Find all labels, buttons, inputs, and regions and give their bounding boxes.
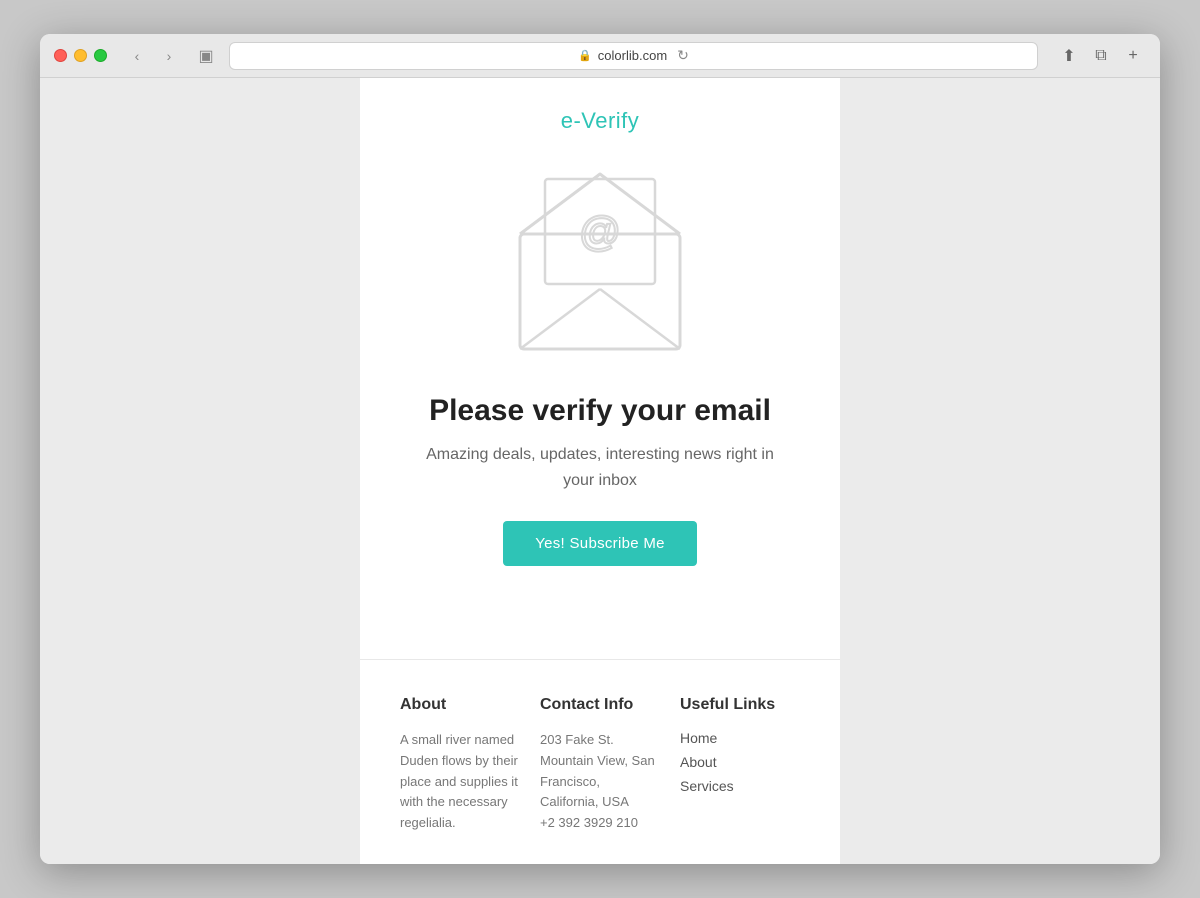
subscribe-button[interactable]: Yes! Subscribe Me [503, 521, 697, 566]
address-bar[interactable]: 🔒 colorlib.com ↻ [229, 42, 1038, 70]
browser-content: e-Verify @ [40, 78, 1160, 864]
minimize-button[interactable] [74, 49, 87, 62]
envelope-illustration: @ [490, 164, 710, 364]
back-button[interactable]: ‹ [123, 45, 151, 67]
toolbar-right: ⬆ ⧉ + [1056, 45, 1146, 67]
footer-link-home[interactable]: Home [680, 730, 800, 746]
maximize-button[interactable] [94, 49, 107, 62]
browser-window: ‹ › ▣ 🔒 colorlib.com ↻ ⬆ ⧉ + e-Verify [40, 34, 1160, 864]
browser-titlebar: ‹ › ▣ 🔒 colorlib.com ↻ ⬆ ⧉ + [40, 34, 1160, 78]
share-button[interactable]: ⬆ [1056, 45, 1082, 67]
footer-links-col: Useful Links Home About Services [680, 696, 800, 834]
refresh-button[interactable]: ↻ [677, 47, 689, 64]
footer-contact-address: 203 Fake St. Mountain View, San Francisc… [540, 730, 660, 813]
url-text: colorlib.com [598, 48, 667, 63]
main-subtext: Amazing deals, updates, interesting news… [426, 442, 774, 493]
footer-about-text: A small river named Duden flows by their… [400, 730, 520, 834]
new-tab-button[interactable]: ⧉ [1088, 45, 1114, 67]
footer-link-about[interactable]: About [680, 754, 800, 770]
footer-contact-title: Contact Info [540, 696, 660, 714]
add-button[interactable]: + [1120, 45, 1146, 67]
forward-button[interactable]: › [155, 45, 183, 67]
main-heading: Please verify your email [429, 394, 771, 428]
footer-link-services[interactable]: Services [680, 778, 800, 794]
footer-about-title: About [400, 696, 520, 714]
svg-text:@: @ [579, 208, 622, 255]
close-button[interactable] [54, 49, 67, 62]
reader-button[interactable]: ▣ [193, 45, 219, 67]
footer-contact-phone: +2 392 3929 210 [540, 813, 660, 834]
footer-about-col: About A small river named Duden flows by… [400, 696, 520, 834]
footer-contact-col: Contact Info 203 Fake St. Mountain View,… [540, 696, 660, 834]
logo: e-Verify [561, 108, 640, 134]
footer-links-title: Useful Links [680, 696, 800, 714]
nav-buttons: ‹ › [123, 45, 183, 67]
page-wrapper: e-Verify @ [360, 78, 840, 864]
traffic-lights [54, 49, 107, 62]
main-content: e-Verify @ [360, 78, 840, 659]
lock-icon: 🔒 [578, 49, 592, 62]
footer: About A small river named Duden flows by… [360, 659, 840, 864]
